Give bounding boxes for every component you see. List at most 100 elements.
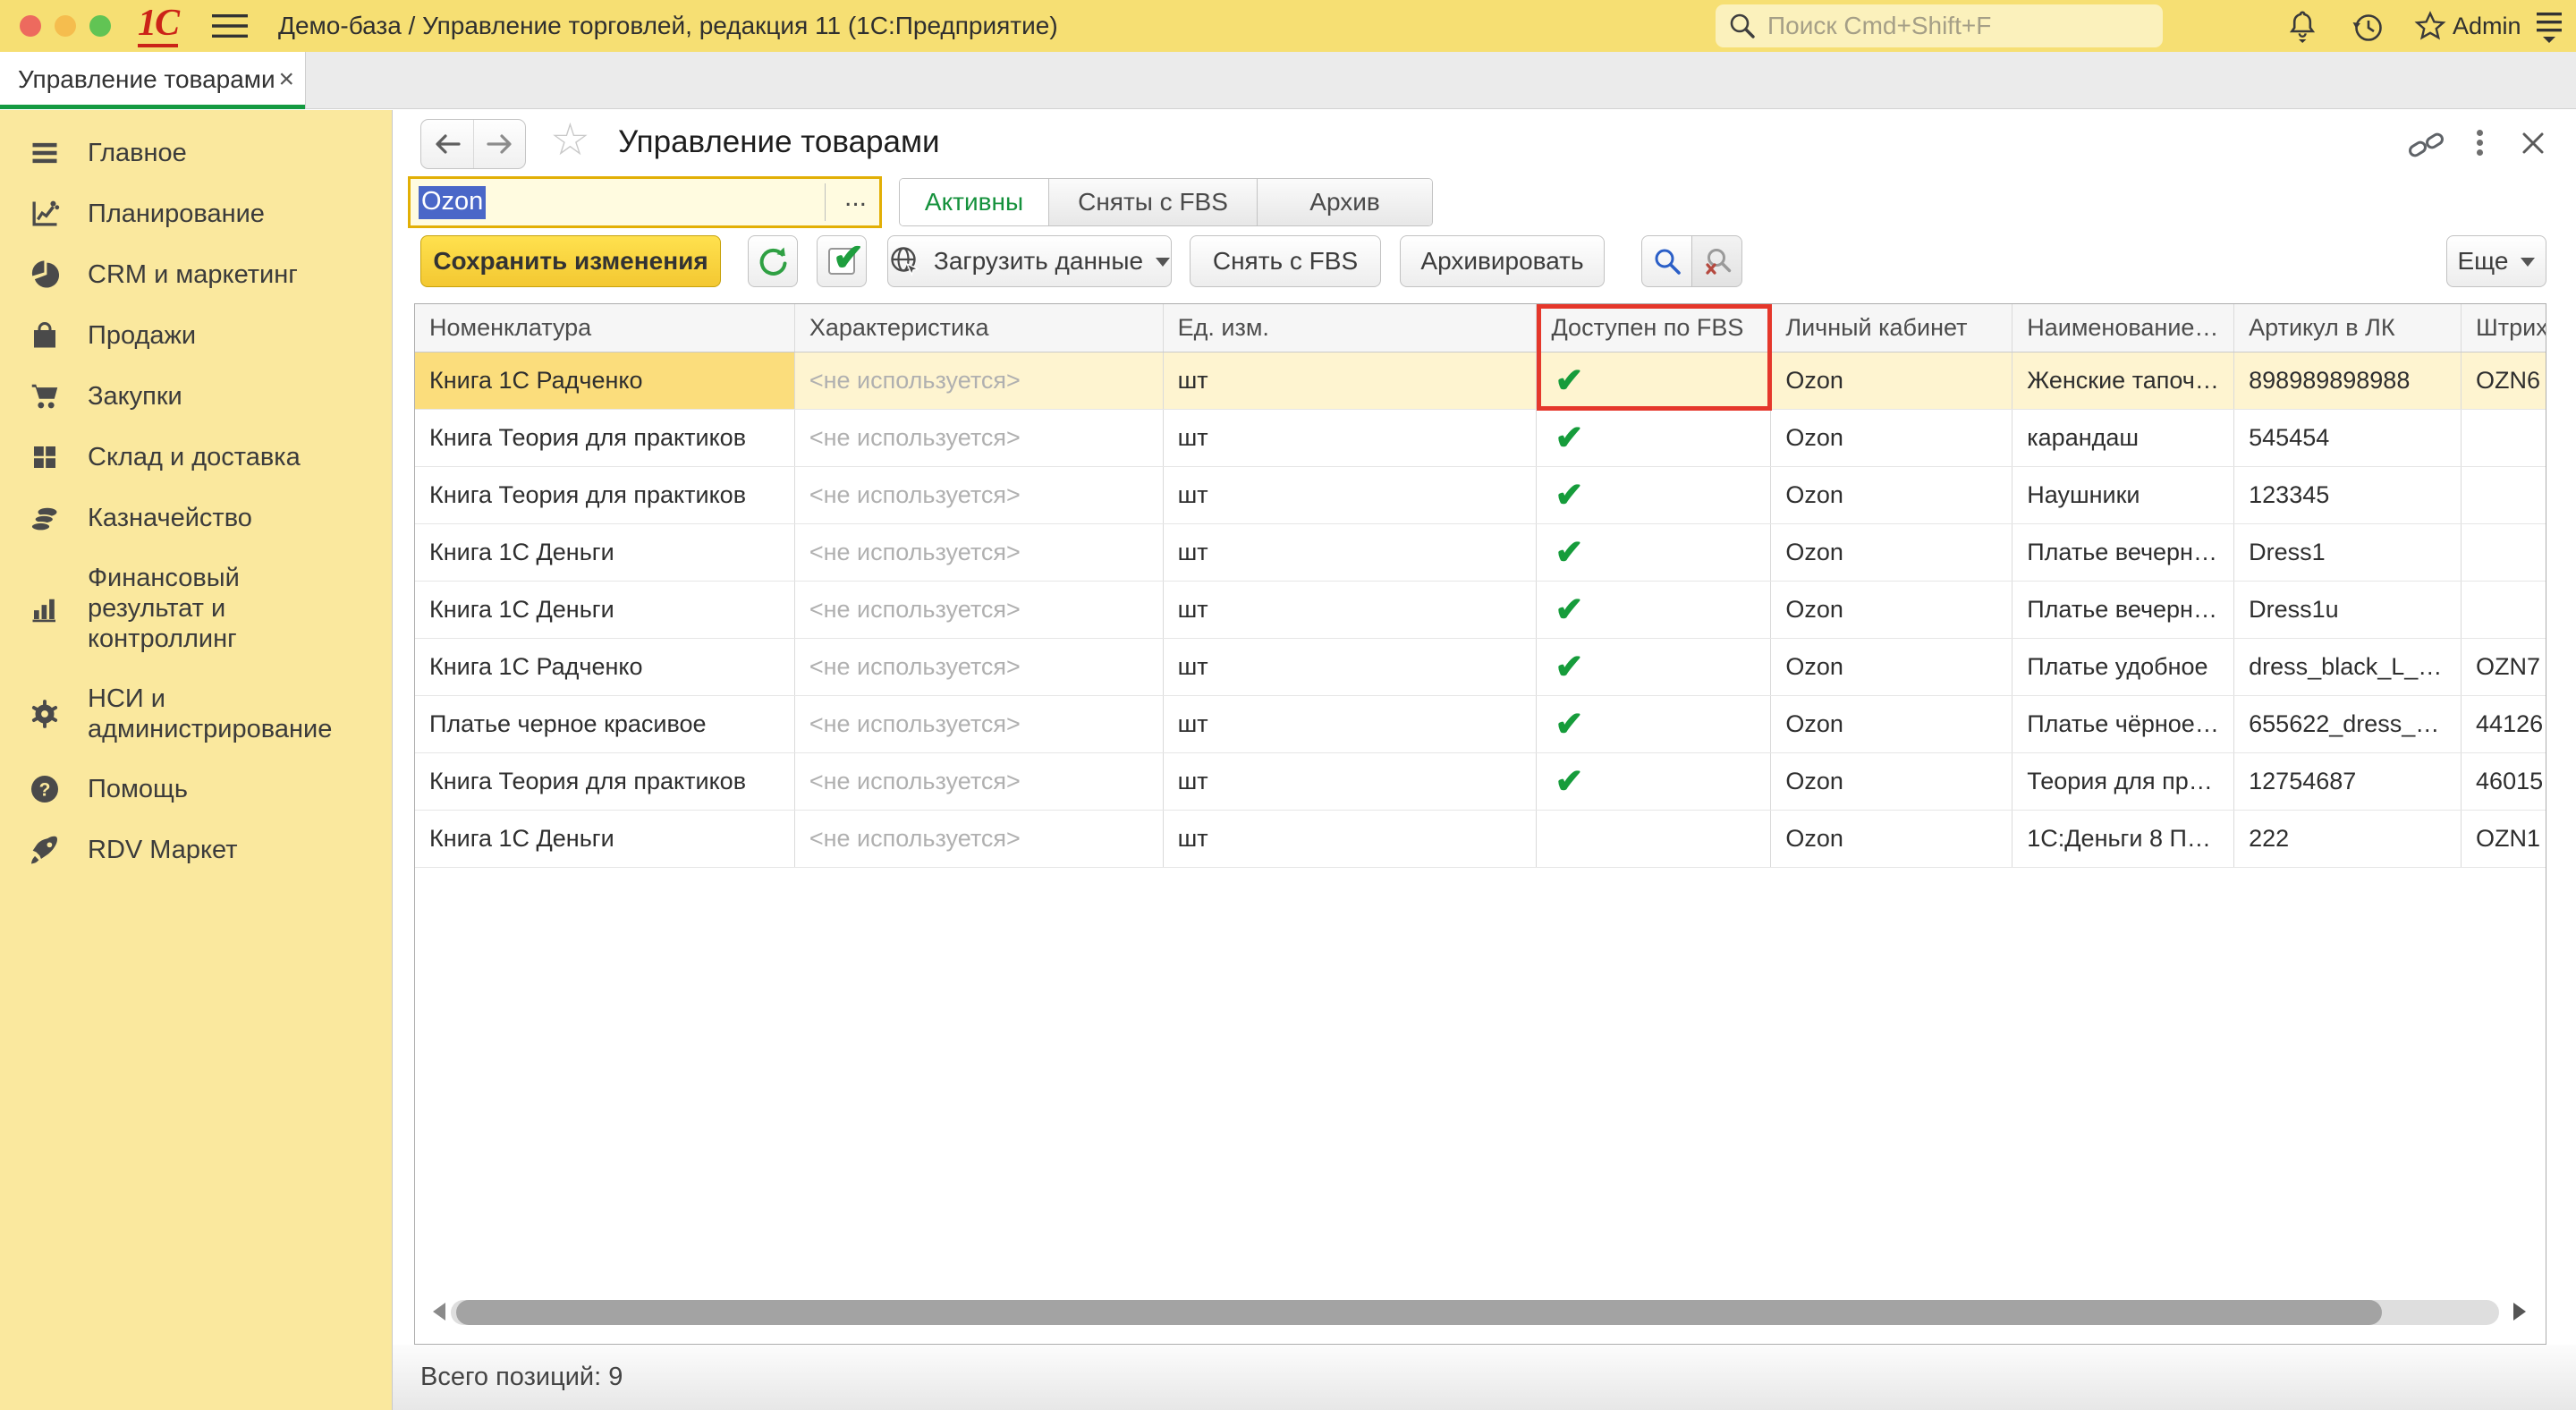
tab-archive[interactable]: Архив bbox=[1258, 179, 1432, 225]
cell-barcode[interactable]: OZN1 bbox=[2462, 811, 2546, 867]
col-name[interactable]: Наименование… bbox=[2012, 304, 2234, 352]
cell-unit[interactable]: шт bbox=[1164, 639, 1538, 695]
table-row[interactable]: Книга Теория для практиков<не использует… bbox=[415, 410, 2546, 467]
col-barcode[interactable]: Штрих bbox=[2462, 304, 2546, 352]
cell-nomenclature[interactable]: Книга 1С Деньги bbox=[415, 582, 795, 638]
sidebar-item-planning[interactable]: Планирование bbox=[0, 183, 392, 244]
cell-unit[interactable]: шт bbox=[1164, 753, 1538, 810]
cell-nomenclature[interactable]: Книга 1С Радченко bbox=[415, 639, 795, 695]
tab-removed-from-fbs[interactable]: Сняты с FBS bbox=[1049, 179, 1258, 225]
window-minimize-button[interactable] bbox=[55, 15, 76, 37]
table-row[interactable]: Книга Теория для практиков<не использует… bbox=[415, 467, 2546, 524]
cell-fbs[interactable]: ✔ bbox=[1537, 753, 1771, 810]
cell-fbs[interactable]: ✔ bbox=[1537, 582, 1771, 638]
scrollbar-track[interactable] bbox=[451, 1300, 2499, 1325]
table-row[interactable]: Книга 1С Деньги<не используется>шт✔OzonП… bbox=[415, 524, 2546, 582]
cell-unit[interactable]: шт bbox=[1164, 524, 1538, 581]
sidebar-item-purchases[interactable]: Закупки bbox=[0, 366, 392, 427]
refresh-button[interactable] bbox=[748, 235, 798, 287]
cell-fbs[interactable]: ✔ bbox=[1537, 639, 1771, 695]
tab-product-management[interactable]: Управление товарами × bbox=[0, 52, 306, 109]
notifications-bell-icon[interactable] bbox=[2285, 9, 2319, 45]
sidebar-item-help[interactable]: ? Помощь bbox=[0, 759, 392, 820]
cell-article[interactable]: 545454 bbox=[2234, 410, 2462, 466]
cell-nomenclature[interactable]: Книга Теория для практиков bbox=[415, 753, 795, 810]
cell-characteristic[interactable]: <не используется> bbox=[795, 811, 1164, 867]
cell-cabinet[interactable]: Ozon bbox=[1771, 696, 2012, 752]
history-icon[interactable] bbox=[2351, 11, 2385, 45]
cell-name[interactable]: 1С:Деньги 8 П… bbox=[2012, 811, 2234, 867]
cell-barcode[interactable] bbox=[2462, 524, 2546, 581]
cell-barcode[interactable] bbox=[2462, 410, 2546, 466]
cell-nomenclature[interactable]: Платье черное красивое bbox=[415, 696, 795, 752]
sidebar-item-main[interactable]: Главное bbox=[0, 123, 392, 183]
cell-cabinet[interactable]: Ozon bbox=[1771, 352, 2012, 409]
archive-button[interactable]: Архивировать bbox=[1400, 235, 1605, 287]
quick-filter-input[interactable]: Ozon ... bbox=[408, 176, 882, 228]
tab-active-products[interactable]: Активны bbox=[900, 179, 1049, 225]
col-nomenclature[interactable]: Номенклатура bbox=[415, 304, 795, 352]
sidebar-item-administration[interactable]: НСИ и администрирование bbox=[0, 669, 392, 759]
cell-article[interactable]: Dress1 bbox=[2234, 524, 2462, 581]
global-search-input[interactable]: Поиск Cmd+Shift+F bbox=[1716, 4, 2163, 47]
cell-barcode[interactable]: 46015 bbox=[2462, 753, 2546, 810]
select-all-button[interactable]: ✔ bbox=[817, 235, 867, 287]
cell-nomenclature[interactable]: Книга 1С Деньги bbox=[415, 811, 795, 867]
cell-unit[interactable]: шт bbox=[1164, 467, 1538, 523]
cell-characteristic[interactable]: <не используется> bbox=[795, 639, 1164, 695]
cell-cabinet[interactable]: Ozon bbox=[1771, 524, 2012, 581]
col-unit[interactable]: Ед. изм. bbox=[1164, 304, 1538, 352]
sidebar-item-rdv-market[interactable]: RDV Маркет bbox=[0, 820, 392, 880]
cell-cabinet[interactable]: Ozon bbox=[1771, 582, 2012, 638]
load-data-button[interactable]: Загрузить данные bbox=[887, 235, 1172, 287]
scroll-right-arrow[interactable] bbox=[2513, 1303, 2535, 1321]
cell-characteristic[interactable]: <не используется> bbox=[795, 410, 1164, 466]
save-changes-button[interactable]: Сохранить изменения bbox=[420, 235, 721, 287]
remove-from-fbs-button[interactable]: Снять с FBS bbox=[1190, 235, 1381, 287]
cell-characteristic[interactable]: <не используется> bbox=[795, 696, 1164, 752]
sidebar-item-finance[interactable]: Финансовый результат и контроллинг bbox=[0, 548, 392, 669]
cell-fbs[interactable] bbox=[1537, 811, 1771, 867]
col-article[interactable]: Артикул в ЛК bbox=[2234, 304, 2462, 352]
window-zoom-button[interactable] bbox=[89, 15, 111, 37]
window-close-button[interactable] bbox=[20, 15, 41, 37]
cell-name[interactable]: Платье вечерн… bbox=[2012, 582, 2234, 638]
cell-characteristic[interactable]: <не используется> bbox=[795, 352, 1164, 409]
cell-name[interactable]: Женские тапоч… bbox=[2012, 352, 2234, 409]
get-link-icon[interactable] bbox=[2407, 130, 2446, 162]
cell-cabinet[interactable]: Ozon bbox=[1771, 410, 2012, 466]
more-actions-button[interactable]: Еще bbox=[2446, 235, 2546, 287]
user-name-label[interactable]: Admin bbox=[2453, 13, 2521, 40]
cell-article[interactable]: 123345 bbox=[2234, 467, 2462, 523]
main-menu-icon[interactable] bbox=[210, 12, 250, 40]
table-row[interactable]: Книга 1С Деньги<не используется>штOzon1С… bbox=[415, 811, 2546, 868]
cell-barcode[interactable]: OZN7 bbox=[2462, 639, 2546, 695]
cell-unit[interactable]: шт bbox=[1164, 352, 1538, 409]
cell-article[interactable]: Dress1u bbox=[2234, 582, 2462, 638]
cell-nomenclature[interactable]: Книга 1С Радченко bbox=[415, 352, 795, 409]
user-menu-icon[interactable] bbox=[2533, 11, 2565, 45]
cell-nomenclature[interactable]: Книга Теория для практиков bbox=[415, 410, 795, 466]
cell-fbs[interactable]: ✔ bbox=[1537, 410, 1771, 466]
col-personal-cabinet[interactable]: Личный кабинет bbox=[1771, 304, 2012, 352]
cell-unit[interactable]: шт bbox=[1164, 696, 1538, 752]
table-row[interactable]: Книга 1С Деньги<не используется>шт✔OzonП… bbox=[415, 582, 2546, 639]
cell-characteristic[interactable]: <не используется> bbox=[795, 753, 1164, 810]
cell-barcode[interactable]: OZN6 bbox=[2462, 352, 2546, 409]
cell-characteristic[interactable]: <не используется> bbox=[795, 582, 1164, 638]
cell-nomenclature[interactable]: Книга Теория для практиков bbox=[415, 467, 795, 523]
favorites-star-icon[interactable] bbox=[2413, 10, 2447, 44]
window-options-kebab-icon[interactable] bbox=[2477, 126, 2483, 159]
cell-name[interactable]: Платье удобное bbox=[2012, 639, 2234, 695]
cell-article[interactable]: 655622_dress_… bbox=[2234, 696, 2462, 752]
filter-more-button[interactable]: ... bbox=[844, 183, 867, 213]
cell-cabinet[interactable]: Ozon bbox=[1771, 639, 2012, 695]
cell-name[interactable]: Теория для пр… bbox=[2012, 753, 2234, 810]
cell-barcode[interactable] bbox=[2462, 467, 2546, 523]
forward-button[interactable] bbox=[473, 120, 525, 168]
col-available-fbs[interactable]: Доступен по FBS bbox=[1537, 304, 1771, 352]
add-to-favorites-star-icon[interactable]: ☆ bbox=[550, 114, 590, 166]
cell-name[interactable]: карандаш bbox=[2012, 410, 2234, 466]
col-characteristic[interactable]: Характеристика bbox=[795, 304, 1164, 352]
search-button[interactable] bbox=[1641, 235, 1692, 287]
